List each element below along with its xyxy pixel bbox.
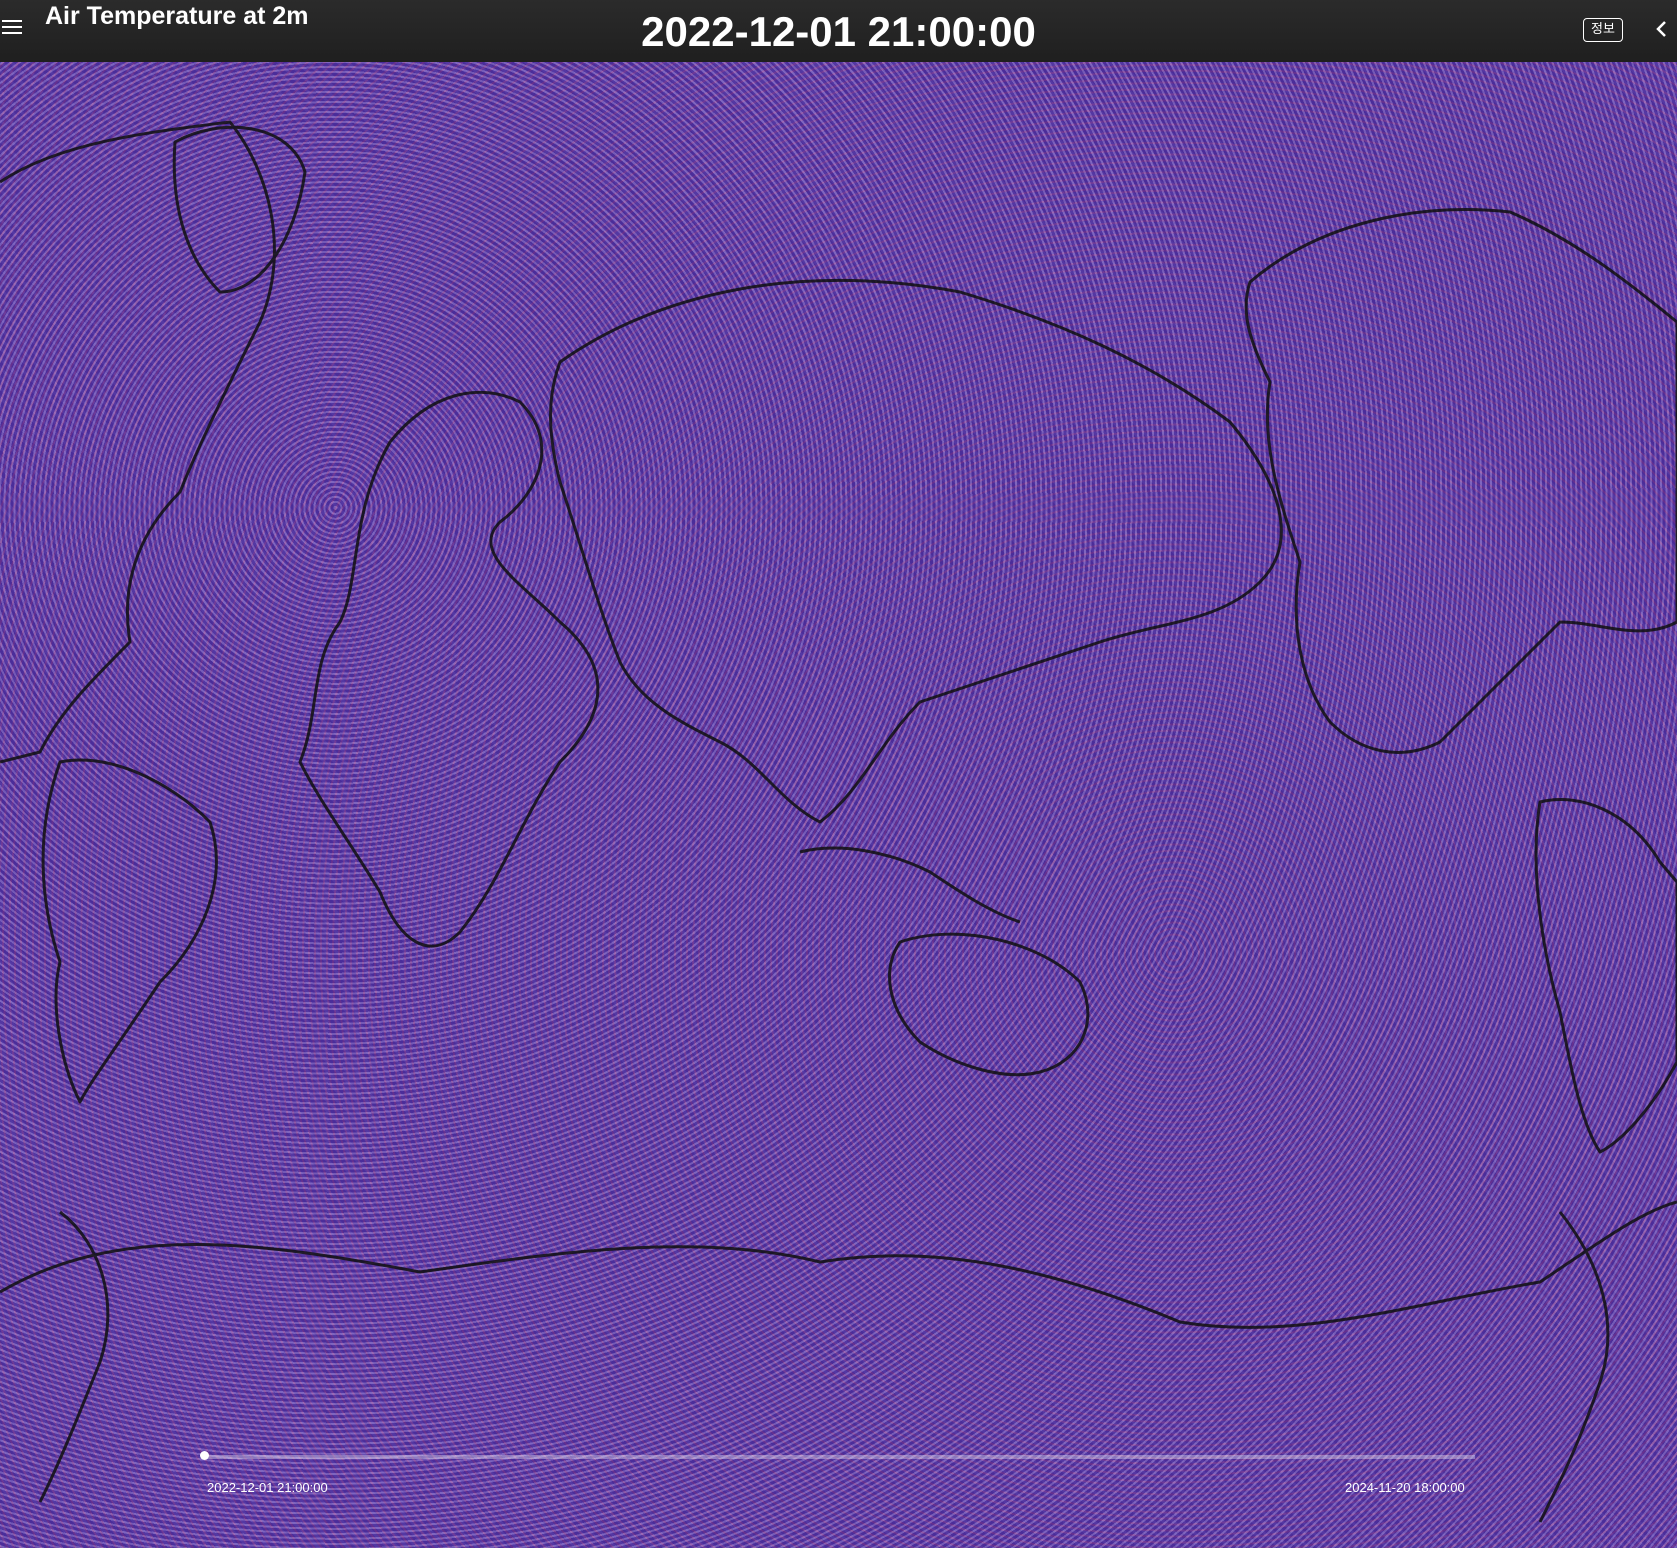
- coastline-overlay: [0, 120, 1677, 1523]
- temperature-map[interactable]: [0, 62, 1677, 1548]
- chevron-left-icon[interactable]: [1652, 16, 1672, 42]
- timeline-start-label: 2022-12-01 21:00:00: [207, 1480, 328, 1495]
- timeline-track[interactable]: [205, 1455, 1475, 1459]
- current-datetime: 2022-12-01 21:00:00: [641, 8, 1036, 55]
- timeline-end-label: 2024-11-20 18:00:00: [1345, 1480, 1465, 1495]
- timeline-handle[interactable]: [200, 1451, 209, 1460]
- top-bar: Air Temperature at 2m 2022-12-01 21:00:0…: [0, 0, 1677, 62]
- info-button[interactable]: 정보: [1583, 18, 1623, 42]
